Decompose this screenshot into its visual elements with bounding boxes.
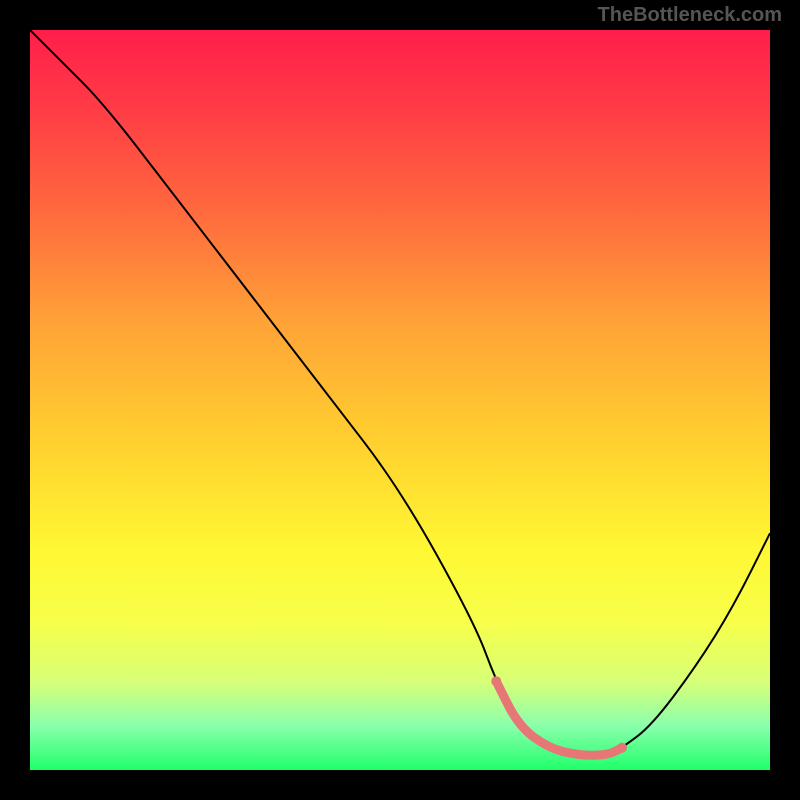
- highlight-band: [496, 681, 622, 755]
- chart-container: TheBottleneck.com: [0, 0, 800, 800]
- curve-layer: [30, 30, 770, 770]
- attribution-text: TheBottleneck.com: [598, 4, 782, 27]
- highlight-dot-right: [617, 743, 627, 753]
- bottleneck-curve: [30, 30, 770, 755]
- plot-area: [30, 30, 770, 770]
- highlight-dot-left: [491, 676, 501, 686]
